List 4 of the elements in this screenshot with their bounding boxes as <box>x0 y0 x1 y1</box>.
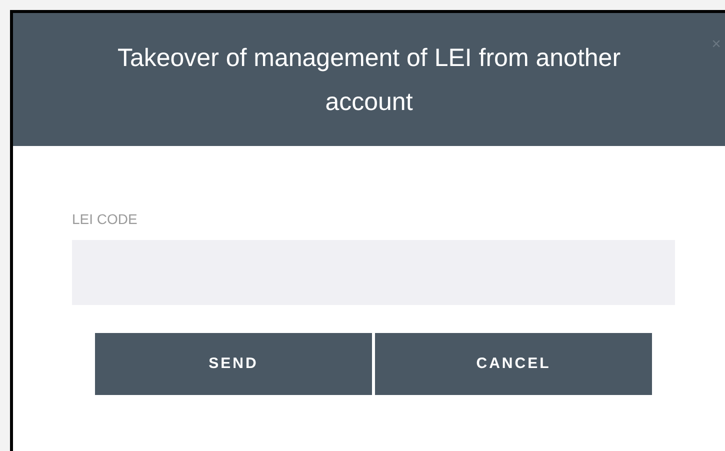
field-label: LEI CODE <box>72 210 138 228</box>
dialog-button[interactable]: SEND <box>95 333 372 395</box>
dialog-button[interactable]: CANCEL <box>375 333 652 395</box>
dialog-title: Takeover of management of LEI from another account <box>116 42 622 118</box>
